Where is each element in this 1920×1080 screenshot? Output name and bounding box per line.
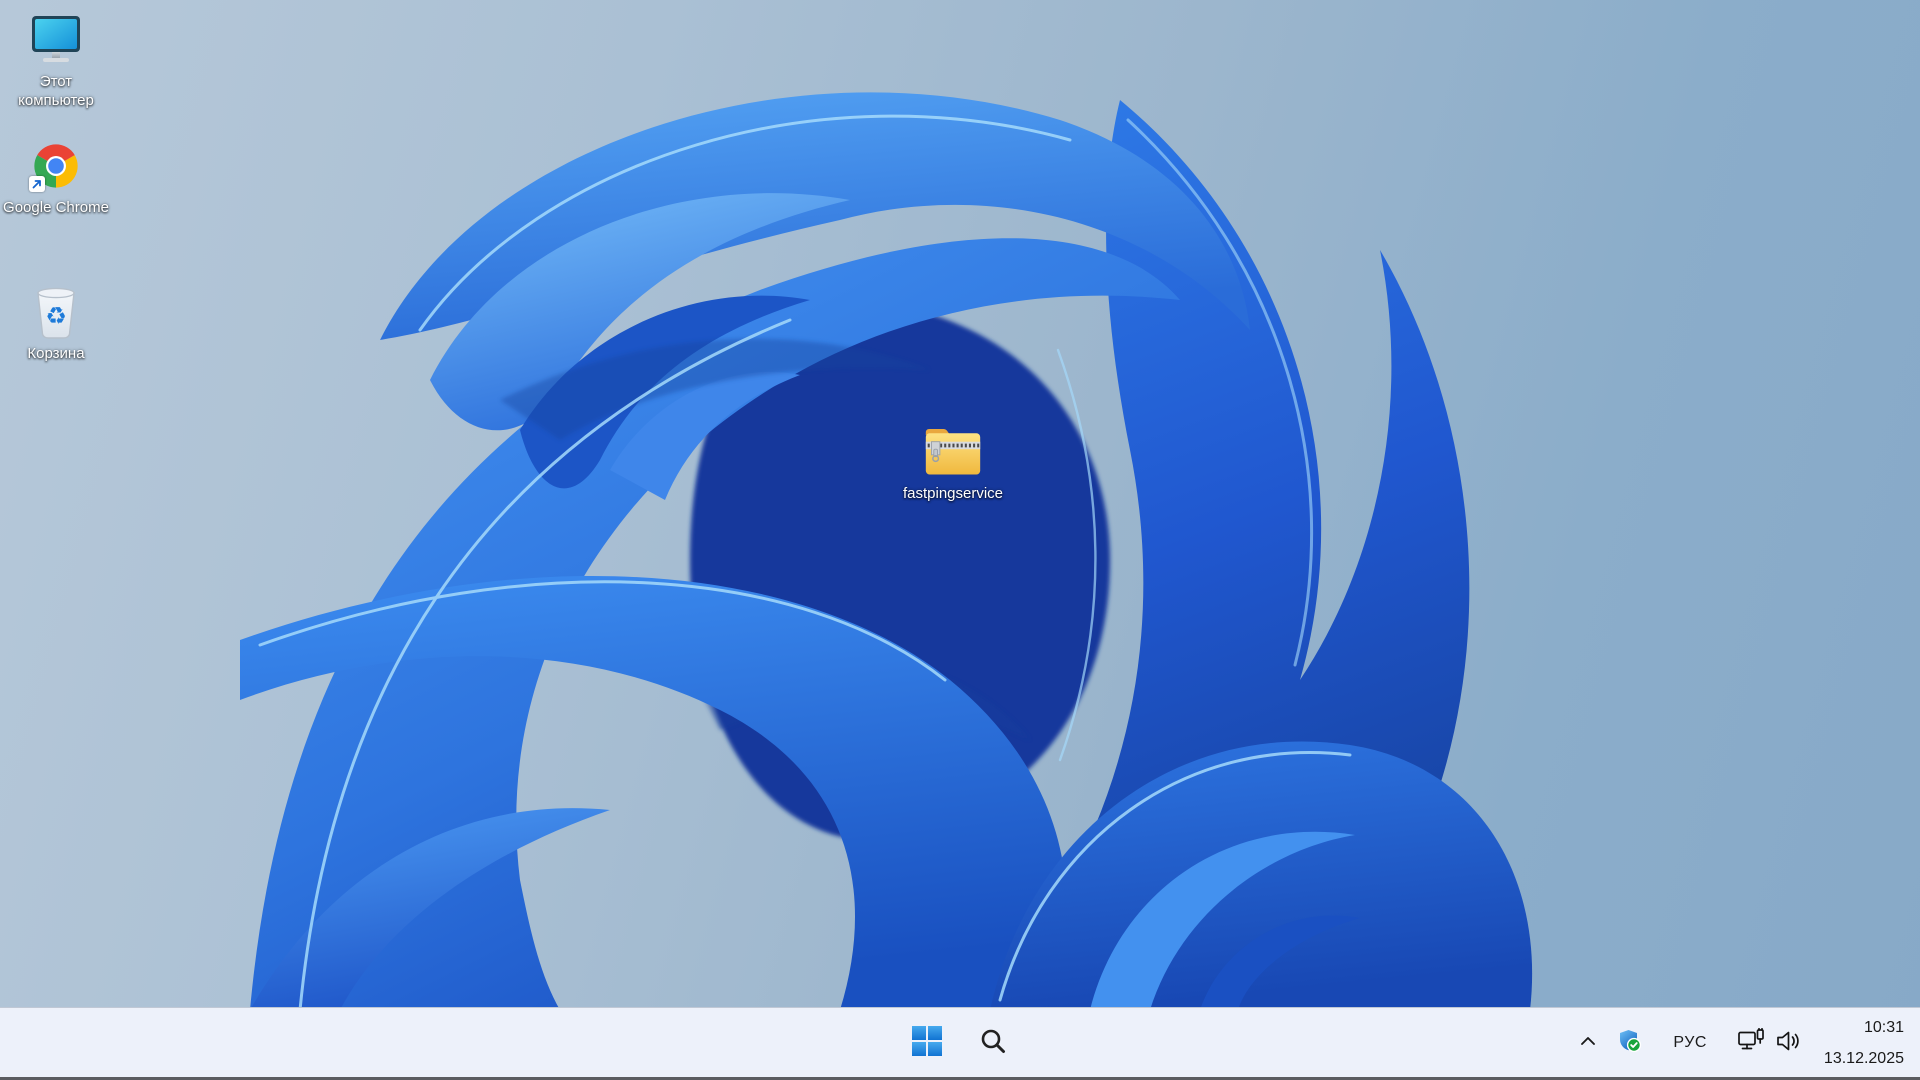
windows-security-button[interactable] — [1608, 1019, 1652, 1067]
wired-network-icon — [1737, 1027, 1765, 1057]
volume-icon — [1775, 1028, 1803, 1057]
windows-logo-icon — [912, 1026, 942, 1059]
icon-label: fastpingservice — [902, 485, 1004, 502]
tray-overflow-button[interactable] — [1570, 1019, 1606, 1067]
taskbar: РУС 10:31 13.12.2025 — [0, 1007, 1920, 1077]
icon-label: Корзина — [27, 345, 85, 362]
shortcut-arrow-icon — [29, 176, 45, 192]
language-indicator[interactable]: РУС — [1654, 1019, 1726, 1067]
search-button[interactable] — [965, 1015, 1021, 1071]
clock[interactable]: 10:31 13.12.2025 — [1814, 1019, 1908, 1067]
zipped-folder-icon — [923, 424, 983, 480]
language-label: РУС — [1673, 1033, 1707, 1051]
chrome-logo-icon — [26, 138, 86, 194]
clock-date: 13.12.2025 — [1823, 1049, 1904, 1067]
desktop-icon-google-chrome[interactable]: Google Chrome — [0, 138, 112, 217]
quick-settings-button[interactable] — [1728, 1019, 1812, 1067]
desktop-icon-fastpingservice[interactable]: fastpingservice — [897, 424, 1009, 503]
wallpaper-bloom — [240, 92, 1533, 1012]
shield-check-icon — [1617, 1028, 1643, 1057]
computer-monitor-icon — [26, 12, 86, 68]
icon-label: Этот компьютер — [18, 73, 94, 109]
search-icon — [979, 1027, 1007, 1058]
desktop-icon-recycle-bin[interactable]: ♻ Корзина — [0, 284, 112, 363]
svg-text:♻: ♻ — [45, 302, 67, 330]
desktop-icon-this-pc[interactable]: Этот компьютер — [0, 12, 112, 110]
recycle-bin-icon: ♻ — [26, 284, 86, 340]
icon-label: Google Chrome — [3, 199, 109, 216]
clock-time: 10:31 — [1863, 1018, 1904, 1036]
start-button[interactable] — [899, 1015, 955, 1071]
chevron-up-icon — [1579, 1035, 1597, 1050]
